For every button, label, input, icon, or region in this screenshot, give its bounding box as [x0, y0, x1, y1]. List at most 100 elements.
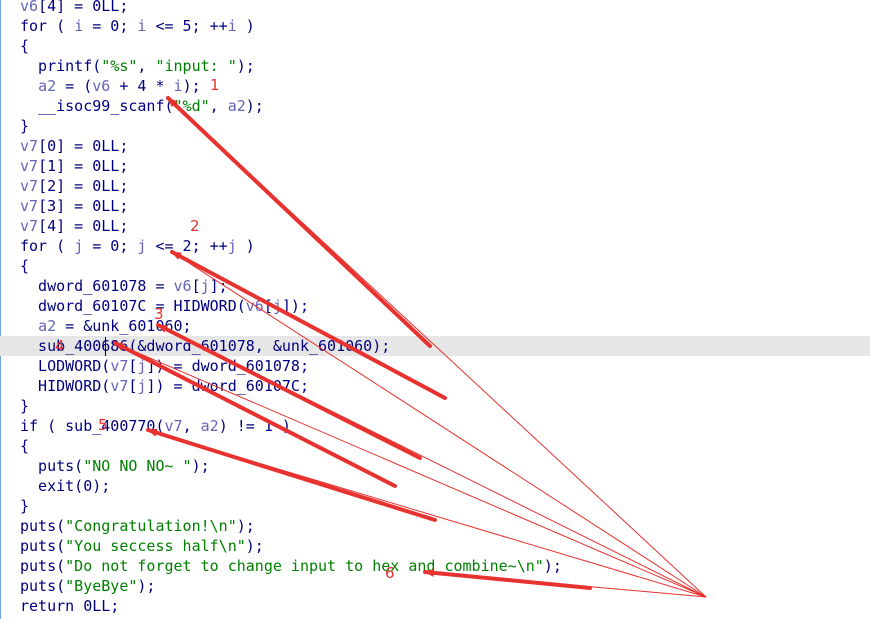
code-line[interactable]: { [0, 36, 870, 56]
code-token: i [227, 17, 237, 35]
code-token: "%d" [173, 97, 210, 115]
code-token: v6 [20, 0, 39, 15]
code-line[interactable]: v6[4] = 0LL; [0, 0, 870, 16]
code-line[interactable]: sub_400686(&dword_601078, &unk_601060); [0, 336, 870, 356]
code-line-text: v7[2] = 0LL; [20, 176, 128, 196]
code-token: ]); [281, 297, 309, 315]
code-line[interactable]: } [0, 496, 870, 516]
code-line-text: v7[0] = 0LL; [20, 136, 128, 156]
code-line[interactable]: puts("Congratulation!\n"); [0, 516, 870, 536]
code-line[interactable]: dword_601078 = v6[j]; [0, 276, 870, 296]
code-token: ); [137, 577, 156, 595]
code-token: "You seccess half\n" [65, 537, 246, 555]
code-token: ]) = dword_601078; [146, 357, 309, 375]
code-line[interactable]: v7[3] = 0LL; [0, 196, 870, 216]
code-line[interactable]: puts("Do not forget to change input to h… [0, 556, 870, 576]
code-token: v7 [110, 357, 129, 375]
code-line[interactable]: printf("%s", "input: "); [0, 56, 870, 76]
code-line-text: v7[3] = 0LL; [20, 196, 128, 216]
code-token: a2 [227, 97, 246, 115]
code-line-text: return 0LL; [20, 596, 119, 616]
code-line-text: } [20, 116, 29, 136]
code-token: puts( [20, 457, 84, 475]
code-token: [0] = 0LL; [38, 137, 129, 155]
code-token: , [209, 97, 228, 115]
code-token: = ( [56, 77, 93, 95]
text-caret [105, 337, 106, 356]
code-line[interactable]: return 0LL; [0, 596, 870, 616]
code-token: } [20, 497, 30, 515]
code-line[interactable]: dword_60107C = HIDWORD(v6[j]); [0, 296, 870, 316]
code-token: ); [245, 97, 264, 115]
code-line-text: puts("You seccess half\n"); [20, 536, 264, 556]
annotation-label-2: 2 [190, 217, 200, 235]
code-line[interactable]: a2 = &unk_601060; [0, 316, 870, 336]
code-token: = 0; [83, 17, 138, 35]
code-line[interactable]: HIDWORD(v7[j]) = dword_60107C; [0, 376, 870, 396]
code-line-text: puts("ByeBye"); [20, 576, 155, 596]
annotation-label-1: 1 [210, 76, 220, 94]
code-token: for ( [20, 237, 75, 255]
pseudocode-view[interactable]: v6[4] = 0LL; for ( i = 0; i <= 5; ++i ){ … [0, 0, 870, 619]
code-token: a2 [38, 317, 57, 335]
code-line[interactable]: if ( sub_400770(v7, a2) != 1 ) [0, 416, 870, 436]
code-token: v7 [110, 377, 129, 395]
code-line[interactable]: v7[1] = 0LL; [0, 156, 870, 176]
code-token: j [74, 237, 84, 255]
code-line[interactable]: puts("NO NO NO~ "); [0, 456, 870, 476]
code-line-text: puts("NO NO NO~ "); [20, 456, 210, 476]
code-token: if ( [20, 417, 66, 435]
code-line-text: v7[1] = 0LL; [20, 156, 128, 176]
code-token: "ByeBye" [65, 577, 138, 595]
code-line[interactable]: exit(0); [0, 476, 870, 496]
code-line[interactable]: { [0, 436, 870, 456]
code-token: __isoc99_scanf( [20, 97, 174, 115]
code-line[interactable]: } [0, 116, 870, 136]
code-line-text: printf("%s", "input: "); [20, 56, 255, 76]
code-token: for ( [20, 17, 75, 35]
code-token: sub_400770( [65, 417, 165, 435]
code-line-text: dword_60107C = HIDWORD(v6[j]); [20, 296, 309, 316]
code-line[interactable]: { [0, 256, 870, 276]
code-token: i [74, 17, 84, 35]
code-line[interactable]: __isoc99_scanf("%d", a2); [0, 96, 870, 116]
code-line-text: a2 = (v6 + 4 * i); [20, 76, 201, 96]
code-line[interactable]: } [0, 396, 870, 416]
code-line-text: puts("Do not forget to change input to h… [20, 556, 562, 576]
annotation-label-3: 3 [154, 305, 164, 323]
code-token: v6 [92, 77, 111, 95]
code-line[interactable]: puts("ByeBye"); [0, 576, 870, 596]
code-line[interactable]: for ( i = 0; i <= 5; ++i ) [0, 16, 870, 36]
code-line-text: if ( sub_400770(v7, a2) != 1 ) [20, 416, 291, 436]
code-token: ) [236, 17, 255, 35]
code-token: HIDWORD( [20, 377, 111, 395]
code-line[interactable]: v7[2] = 0LL; [0, 176, 870, 196]
code-token: "Congratulation!\n" [65, 517, 237, 535]
code-token: i [173, 77, 183, 95]
code-token: exit(0); [20, 477, 111, 495]
code-token: "Do not forget to change input to hex an… [65, 557, 544, 575]
code-token: [1] = 0LL; [38, 157, 129, 175]
code-line[interactable]: puts("You seccess half\n"); [0, 536, 870, 556]
code-line-text: { [20, 256, 29, 276]
code-line[interactable]: v7[0] = 0LL; [0, 136, 870, 156]
code-line-text: exit(0); [20, 476, 110, 496]
code-token: "input: " [155, 57, 237, 75]
code-line-text: for ( i = 0; i <= 5; ++i ) [20, 16, 255, 36]
code-token: return 0LL; [20, 597, 120, 615]
annotation-label-5: 5 [98, 416, 108, 434]
code-token: "NO NO NO~ " [83, 457, 192, 475]
code-token: { [20, 257, 30, 275]
code-line[interactable]: for ( j = 0; j <= 2; ++j ) [0, 236, 870, 256]
code-line[interactable]: a2 = (v6 + 4 * i); [0, 76, 870, 96]
code-line-text: puts("Congratulation!\n"); [20, 516, 255, 536]
code-line[interactable]: v7[4] = 0LL; [0, 216, 870, 236]
code-token: } [20, 117, 30, 135]
code-token: { [20, 37, 30, 55]
code-line-text: LODWORD(v7[j]) = dword_601078; [20, 356, 309, 376]
code-token: LODWORD( [20, 357, 111, 375]
code-token: ]) = dword_60107C; [146, 377, 309, 395]
code-line[interactable]: LODWORD(v7[j]) = dword_601078; [0, 356, 870, 376]
code-line-text: { [20, 436, 29, 456]
